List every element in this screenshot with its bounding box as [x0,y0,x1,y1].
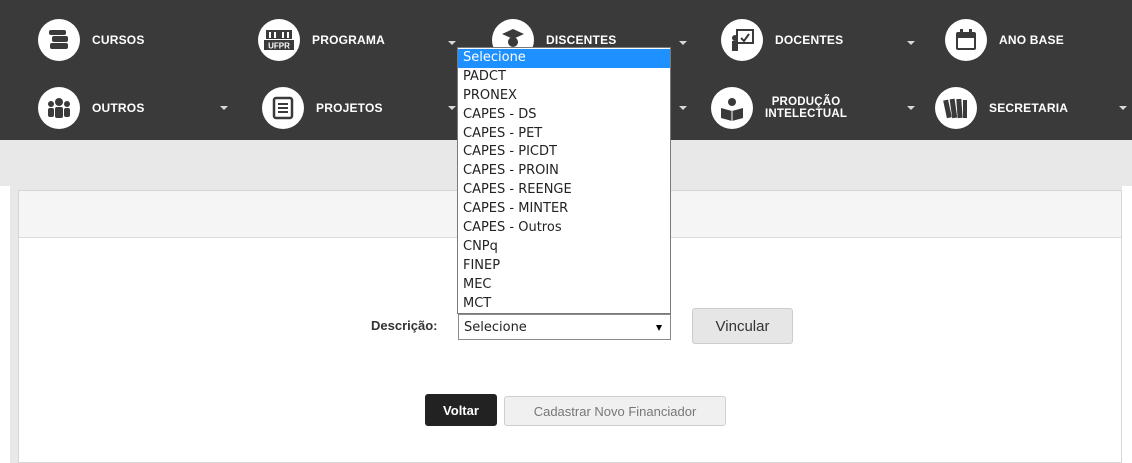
nav-label: SECRETARIA [989,101,1069,115]
dropdown-option[interactable]: MCT [458,295,670,314]
dropdown-option[interactable]: CNPq [458,238,670,257]
calendar-icon [945,19,987,61]
dropdown-option[interactable]: CAPES - PROIN [458,162,670,181]
nav-item-cursos[interactable]: CURSOS [38,16,145,64]
vincular-button[interactable]: Vincular [692,308,793,344]
dropdown-option[interactable]: FINEP [458,257,670,276]
descricao-dropdown-list[interactable]: Selecione PADCT PRONEX CAPES - DS CAPES - PE… [457,47,671,314]
nav-label: PRODUÇÃO INTELECTUAL [765,96,847,120]
chevron-down-icon[interactable] [448,106,456,110]
chevron-down-icon[interactable] [679,106,687,110]
dropdown-option[interactable]: CAPES - MINTER [458,200,670,219]
nav-item-programa[interactable]: UFPR PROGRAMA [258,16,385,64]
cadastrar-financiador-button[interactable]: Cadastrar Novo Financiador [504,396,726,426]
nav-label: PROGRAMA [312,33,385,47]
nav-label: PROJETOS [316,101,383,115]
nav-item-projetos[interactable]: PROJETOS [262,84,383,132]
select-value: Selecione [464,320,527,335]
nav-label-line2: INTELECTUAL [765,108,848,120]
dropdown-option[interactable]: CAPES - PET [458,125,670,144]
dropdown-option[interactable]: PADCT [458,68,670,87]
nav-label: ANO BASE [999,33,1064,47]
group-icon [38,87,80,129]
descricao-select[interactable]: Selecione [458,314,671,340]
dropdown-option[interactable]: Selecione [458,49,670,68]
nav-item-secretaria[interactable]: SECRETARIA [935,84,1068,132]
nav-label: DISCENTES [546,33,617,47]
nav-label: DOCENTES [775,33,844,47]
reader-icon [711,87,753,129]
chevron-down-icon[interactable] [1119,106,1127,110]
nav-item-producao-intelectual[interactable]: PRODUÇÃO INTELECTUAL [711,84,847,132]
dropdown-option[interactable]: CAPES - REENGE [458,181,670,200]
nav-label: CURSOS [92,33,145,47]
ufpr-logo-text: UFPR [268,42,290,51]
nav-label-line1: PRODUÇÃO [771,96,841,108]
document-icon [262,87,304,129]
nav-item-docentes[interactable]: DOCENTES [721,16,843,64]
chevron-down-icon[interactable] [679,41,687,45]
chevron-down-icon[interactable] [220,106,228,110]
nav-item-ano-base[interactable]: ANO BASE [945,16,1064,64]
dropdown-option[interactable]: CAPES - Outros [458,219,670,238]
dropdown-option[interactable]: CAPES - PICDT [458,143,670,162]
descricao-label: Descrição: [371,318,438,333]
nav-label: OUTROS [92,101,145,115]
chevron-down-icon[interactable] [907,41,915,45]
teacher-board-icon [721,19,763,61]
chevron-down-icon [656,325,662,331]
nav-item-outros[interactable]: OUTROS [38,84,145,132]
chevron-down-icon[interactable] [448,41,456,45]
books-icon [38,19,80,61]
dropdown-option[interactable]: CAPES - DS [458,106,670,125]
folders-icon [935,87,977,129]
dropdown-option[interactable]: MEC [458,276,670,295]
voltar-button[interactable]: Voltar [425,394,497,426]
dropdown-option[interactable]: PRONEX [458,87,670,106]
chevron-down-icon[interactable] [907,106,915,110]
ufpr-building-icon: UFPR [258,19,300,61]
